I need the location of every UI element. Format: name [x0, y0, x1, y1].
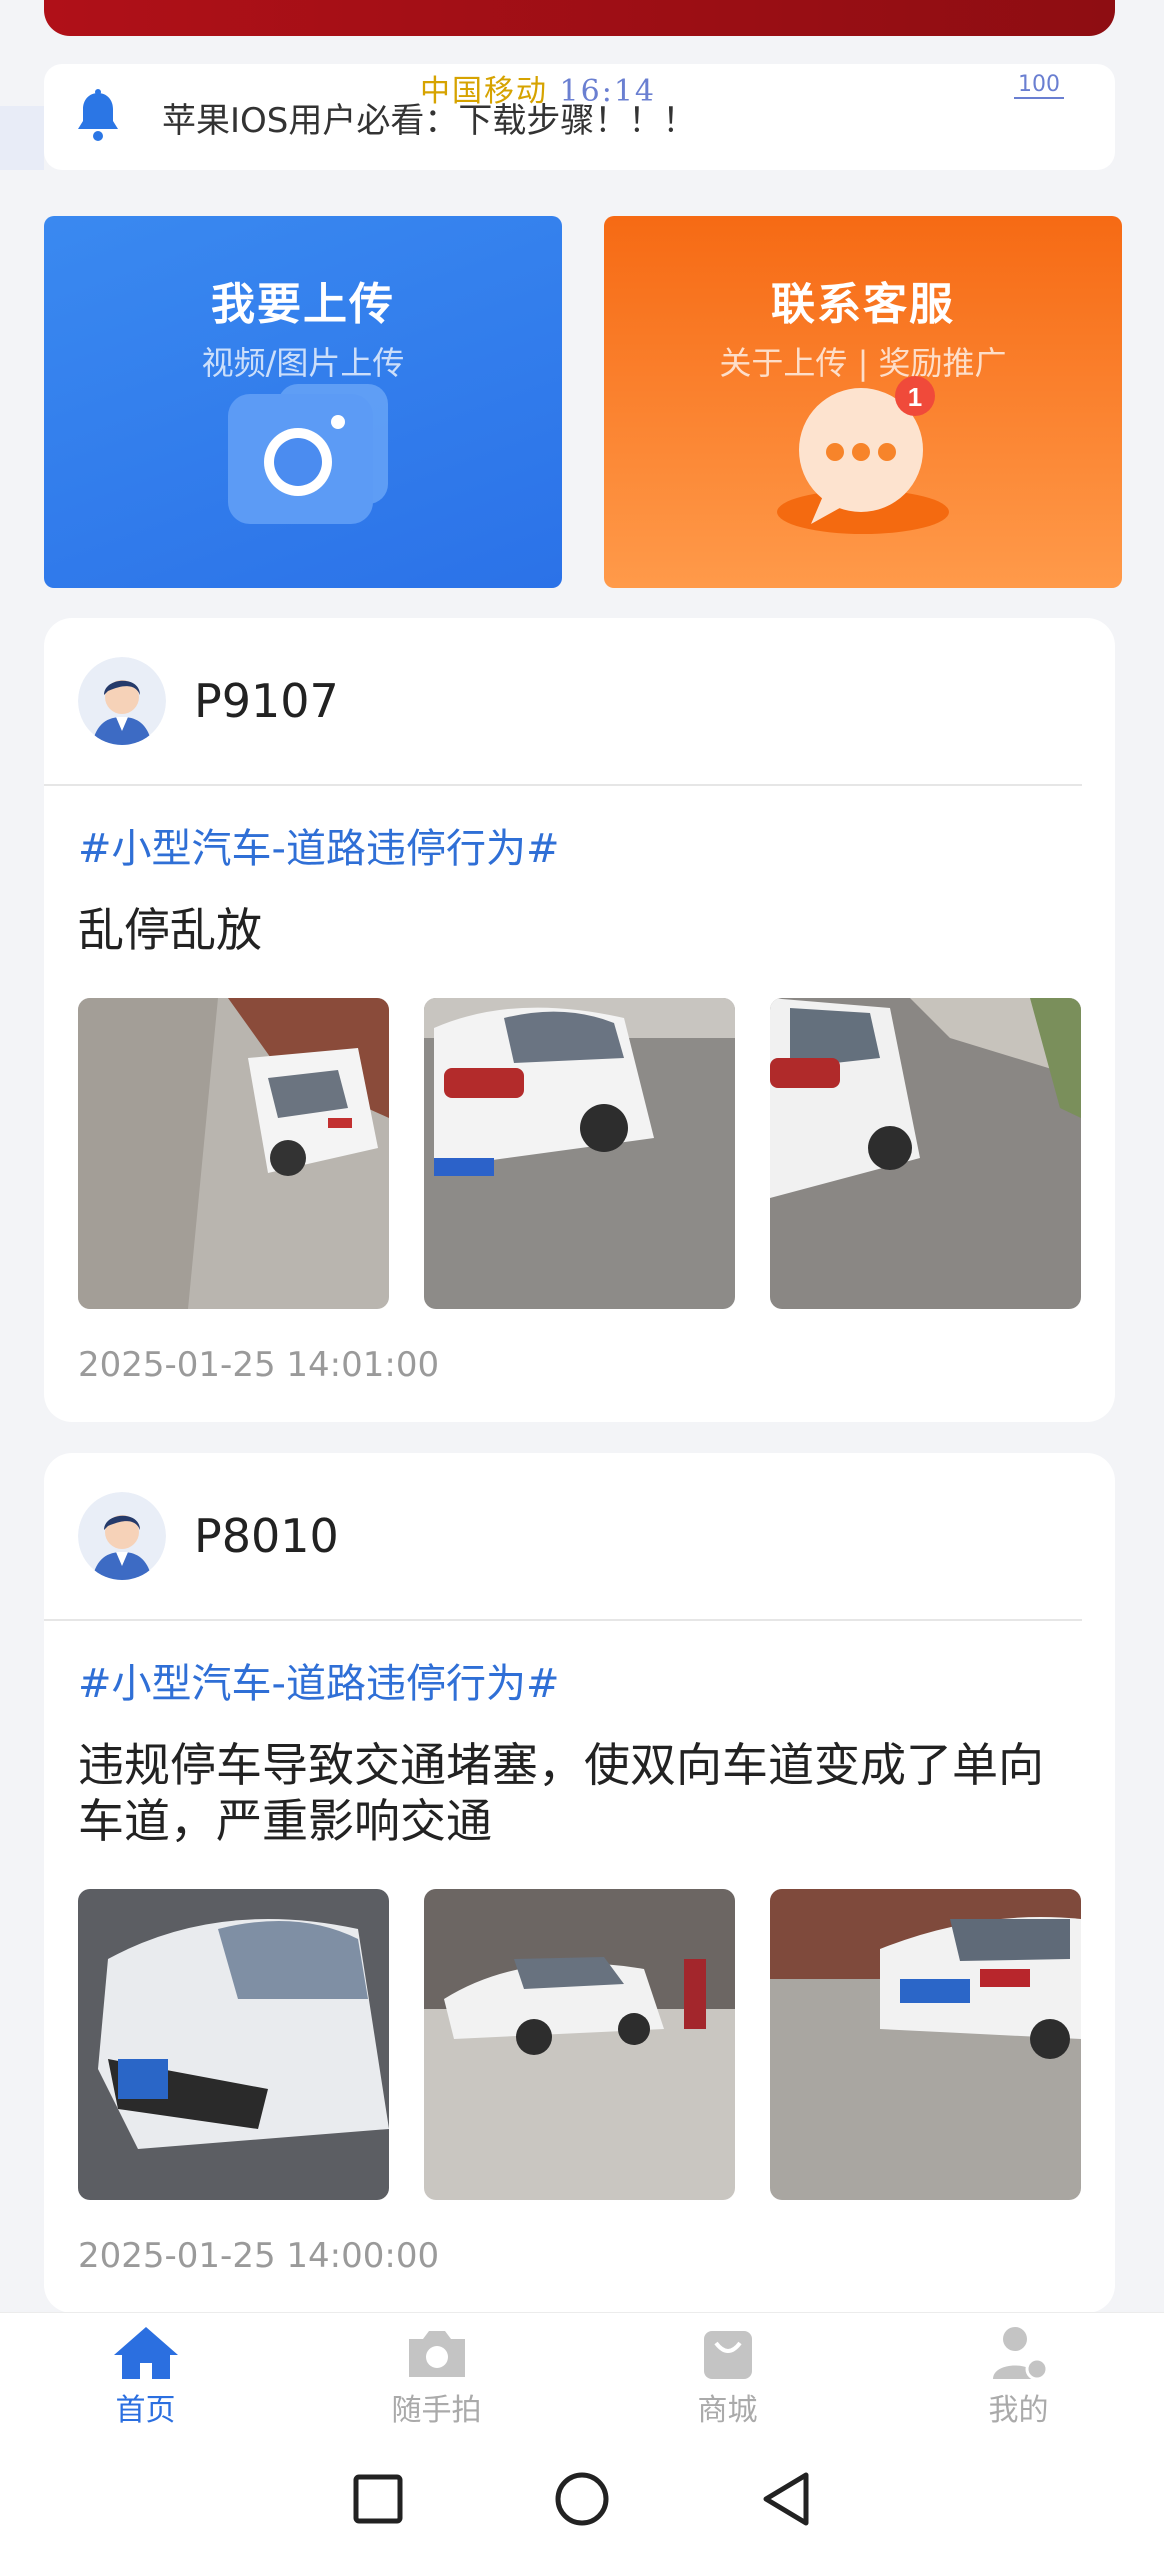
recent-apps-icon[interactable] [352, 2473, 404, 2525]
post-header: P8010 [44, 1453, 1082, 1621]
shopping-bag-icon [703, 2331, 752, 2379]
system-nav-bar [0, 2438, 1164, 2560]
post-text: 乱停乱放 [78, 903, 262, 957]
post-timestamp: 2025-01-25 14:01:00 [78, 1345, 440, 1385]
status-carrier: 中国移动 16:14 [420, 74, 657, 109]
post-text: 违规停车导致交通堵塞，使双向车道变成了单向车道，严重影响交通 [78, 1738, 1044, 1848]
tab-snapshot[interactable]: 随手拍 [291, 2313, 582, 2438]
tab-home[interactable]: 首页 [0, 2313, 291, 2438]
tab-mine[interactable]: 我的 [873, 2313, 1164, 2438]
photo-thumbnail[interactable] [770, 1889, 1081, 2200]
photo-thumbnail[interactable] [424, 1889, 735, 2200]
topic-tag[interactable]: #小型汽车-道路违停行为# [78, 1651, 1115, 1709]
avatar [78, 657, 166, 745]
camera-icon [228, 384, 388, 524]
user-icon [992, 2327, 1048, 2381]
bell-icon [78, 89, 118, 141]
photo-thumbnail[interactable] [770, 998, 1081, 1309]
status-battery: 100 [1014, 72, 1064, 99]
photo-grid [78, 1889, 1115, 2200]
photo-thumbnail[interactable] [78, 1889, 389, 2200]
upload-tile[interactable]: 我要上传 视频/图片上传 [44, 216, 562, 588]
chat-bubble-icon: 1 [777, 376, 949, 534]
post-header: P9107 [44, 618, 1082, 786]
username[interactable]: P9107 [194, 674, 339, 728]
avatar [78, 1492, 166, 1580]
notification-badge: 1 [908, 382, 922, 412]
photo-thumbnail[interactable] [424, 998, 735, 1309]
post-card[interactable]: P8010 #小型汽车-道路违停行为# 违规停车导致交通堵塞，使双向车道变成了单… [44, 1453, 1115, 2313]
bottom-tab-bar: 首页 随手拍 商城 我的 [0, 2312, 1164, 2438]
tab-mall[interactable]: 商城 [582, 2313, 873, 2438]
topic-tag[interactable]: #小型汽车-道路违停行为# [78, 816, 1115, 874]
camera-icon [408, 2331, 465, 2377]
top-banner[interactable] [44, 0, 1115, 36]
home-circle-icon[interactable] [554, 2471, 610, 2527]
post-card[interactable]: P9107 #小型汽车-道路违停行为# 乱停乱放 2025-01-25 14:0… [44, 618, 1115, 1422]
username[interactable]: P8010 [194, 1509, 339, 1563]
post-timestamp: 2025-01-25 14:00:00 [78, 2236, 440, 2276]
photo-thumbnail[interactable] [78, 998, 389, 1309]
photo-grid [78, 998, 1115, 1309]
upload-tile-title: 我要上传 [211, 279, 395, 330]
service-tile-title: 联系客服 [771, 279, 955, 330]
back-icon[interactable] [760, 2471, 812, 2527]
home-icon [113, 2327, 178, 2379]
status-time: 16:14 [559, 74, 657, 109]
left-edge-strip [0, 106, 44, 170]
customer-service-tile[interactable]: 联系客服 关于上传 | 奖励推广 1 [604, 216, 1122, 588]
